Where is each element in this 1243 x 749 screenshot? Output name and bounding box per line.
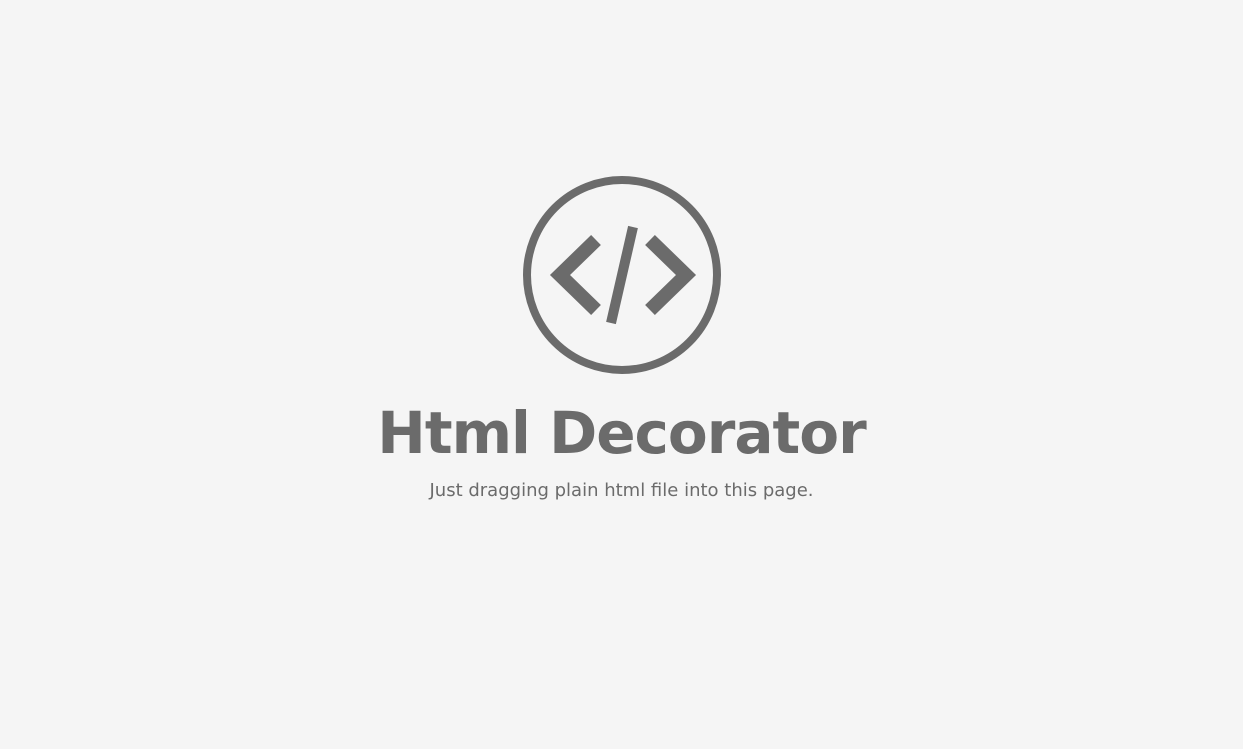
app-title: Html Decorator (377, 399, 866, 467)
page: Html Decorator Just dragging plain html … (0, 0, 1243, 749)
code-brackets-icon (522, 175, 722, 375)
app-subtitle: Just dragging plain html file into this … (429, 480, 814, 501)
file-drop-zone[interactable]: Html Decorator Just dragging plain html … (0, 0, 1243, 749)
